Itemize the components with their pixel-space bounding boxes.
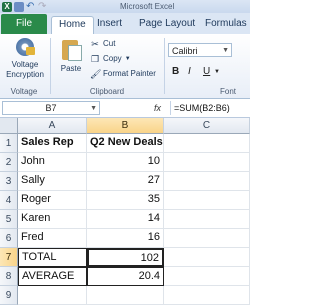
cell-c6[interactable] xyxy=(164,229,250,248)
cell-c5[interactable] xyxy=(164,210,250,229)
cell-c4[interactable] xyxy=(164,191,250,210)
cell-a4[interactable]: Roger xyxy=(18,191,87,210)
row-header[interactable]: 7 xyxy=(0,248,18,267)
clipboard-group-label: Clipboard xyxy=(89,87,125,96)
cell-c8[interactable] xyxy=(164,267,250,286)
chevron-down-icon[interactable]: ▼ xyxy=(90,102,97,115)
bold-button[interactable]: B xyxy=(172,66,179,78)
column-header-a[interactable]: A xyxy=(18,118,87,134)
redo-icon[interactable]: ↷ xyxy=(38,1,48,12)
tab-file[interactable]: File xyxy=(1,14,47,34)
italic-button[interactable]: I xyxy=(188,66,191,78)
undo-icon[interactable]: ↶ xyxy=(26,1,36,12)
cell-b4[interactable]: 35 xyxy=(87,191,164,210)
tab-insert[interactable]: Insert xyxy=(97,16,122,32)
cell-b3[interactable]: 27 xyxy=(87,172,164,191)
font-group-label: Font xyxy=(219,87,236,96)
insert-function-icon[interactable]: fx xyxy=(154,101,161,115)
formula-bar: B7 ▼ fx =SUM(B2:B6) xyxy=(0,99,250,118)
ribbon-separator xyxy=(50,38,51,94)
tab-page-layout[interactable]: Page Layout xyxy=(139,16,195,32)
chevron-down-icon[interactable]: ▼ xyxy=(214,66,220,78)
cell-b7[interactable]: 102 xyxy=(87,248,164,267)
cell-b8[interactable]: 20.4 xyxy=(87,267,164,286)
cell-c2[interactable] xyxy=(164,153,250,172)
cell-b1[interactable]: Q2 New Deals xyxy=(87,134,164,153)
cell-a7[interactable]: TOTAL xyxy=(18,248,87,267)
copy-icon: ❐ xyxy=(90,54,100,64)
cell-a1[interactable]: Sales Rep xyxy=(18,134,87,153)
cell-c7[interactable] xyxy=(164,248,250,267)
cell-a5[interactable]: Karen xyxy=(18,210,87,229)
cell-a2[interactable]: John xyxy=(18,153,87,172)
row-header[interactable]: 9 xyxy=(0,286,18,305)
cell-a8[interactable]: AVERAGE xyxy=(18,267,87,286)
underline-button[interactable]: U xyxy=(203,66,210,78)
row-header[interactable]: 5 xyxy=(0,210,18,229)
paste-label: Paste xyxy=(60,64,82,73)
clipboard-group: Paste ✂ Cut ❐ Copy ▼ 🖌 Format Painter Cl… xyxy=(52,34,162,98)
format-painter-label: Format Painter xyxy=(103,69,156,78)
row-header[interactable]: 4 xyxy=(0,191,18,210)
voltage-group: Voltage Encryption Voltage xyxy=(0,34,48,98)
title-bar: X ↶ ↷ Microsoft Excel xyxy=(0,0,250,13)
column-header-b[interactable]: B xyxy=(87,118,164,134)
cell-b2[interactable]: 10 xyxy=(87,153,164,172)
cell-c9[interactable] xyxy=(164,286,250,305)
row-header[interactable]: 3 xyxy=(0,172,18,191)
ribbon-separator xyxy=(164,38,165,94)
spreadsheet-grid: A B C 1 Sales Rep Q2 New Deals 2 John 10 3 Sall… xyxy=(0,118,250,305)
cut-label: Cut xyxy=(103,39,116,48)
name-box-value: B7 xyxy=(45,103,57,113)
name-box[interactable]: B7 ▼ xyxy=(2,101,100,115)
cell-b6[interactable]: 16 xyxy=(87,229,164,248)
copy-button[interactable]: ❐ Copy ▼ xyxy=(90,53,131,65)
format-painter-button[interactable]: 🖌 Format Painter xyxy=(90,68,156,80)
cell-c1[interactable] xyxy=(164,134,250,153)
voltage-encryption-icon xyxy=(13,37,37,59)
excel-app-icon[interactable]: X xyxy=(2,1,12,12)
chevron-down-icon[interactable]: ▼ xyxy=(222,44,229,58)
chevron-down-icon: ▼ xyxy=(124,56,131,62)
voltage-button-line1: Voltage xyxy=(11,60,39,69)
save-icon[interactable] xyxy=(14,1,24,12)
brush-icon: 🖌 xyxy=(90,69,102,79)
quick-access-toolbar: X ↶ ↷ xyxy=(0,0,48,13)
font-name-select[interactable]: Calibri ▼ xyxy=(168,43,232,57)
scissors-icon: ✂ xyxy=(91,39,99,49)
cut-button[interactable]: ✂ Cut xyxy=(90,38,115,50)
row-header[interactable]: 1 xyxy=(0,134,18,153)
formula-input[interactable]: =SUM(B2:B6) xyxy=(170,101,248,115)
paste-button[interactable]: Paste xyxy=(56,37,86,74)
tab-formulas[interactable]: Formulas xyxy=(205,16,247,32)
row-header[interactable]: 8 xyxy=(0,267,18,286)
cell-a9[interactable] xyxy=(18,286,87,305)
cell-c3[interactable] xyxy=(164,172,250,191)
select-all-corner[interactable] xyxy=(0,118,18,134)
window-title: Microsoft Excel xyxy=(120,2,175,11)
cell-b9[interactable] xyxy=(87,286,164,305)
cell-a6[interactable]: Fred xyxy=(18,229,87,248)
paste-icon xyxy=(60,37,82,63)
voltage-group-label: Voltage xyxy=(10,87,38,96)
voltage-button-line2: Encryption xyxy=(6,70,44,79)
ribbon-tabs: File Home Insert Page Layout Formulas xyxy=(0,13,250,35)
ribbon: Voltage Encryption Voltage Paste ✂ Cut ❐… xyxy=(0,34,250,99)
tab-home[interactable]: Home xyxy=(51,16,94,35)
row-header[interactable]: 6 xyxy=(0,229,18,248)
cell-b5[interactable]: 14 xyxy=(87,210,164,229)
voltage-encryption-button[interactable]: Voltage Encryption xyxy=(2,37,48,80)
column-header-c[interactable]: C xyxy=(164,118,250,134)
cell-a3[interactable]: Sally xyxy=(18,172,87,191)
font-name-value: Calibri xyxy=(172,46,198,56)
row-header[interactable]: 2 xyxy=(0,153,18,172)
copy-label: Copy xyxy=(103,54,122,63)
